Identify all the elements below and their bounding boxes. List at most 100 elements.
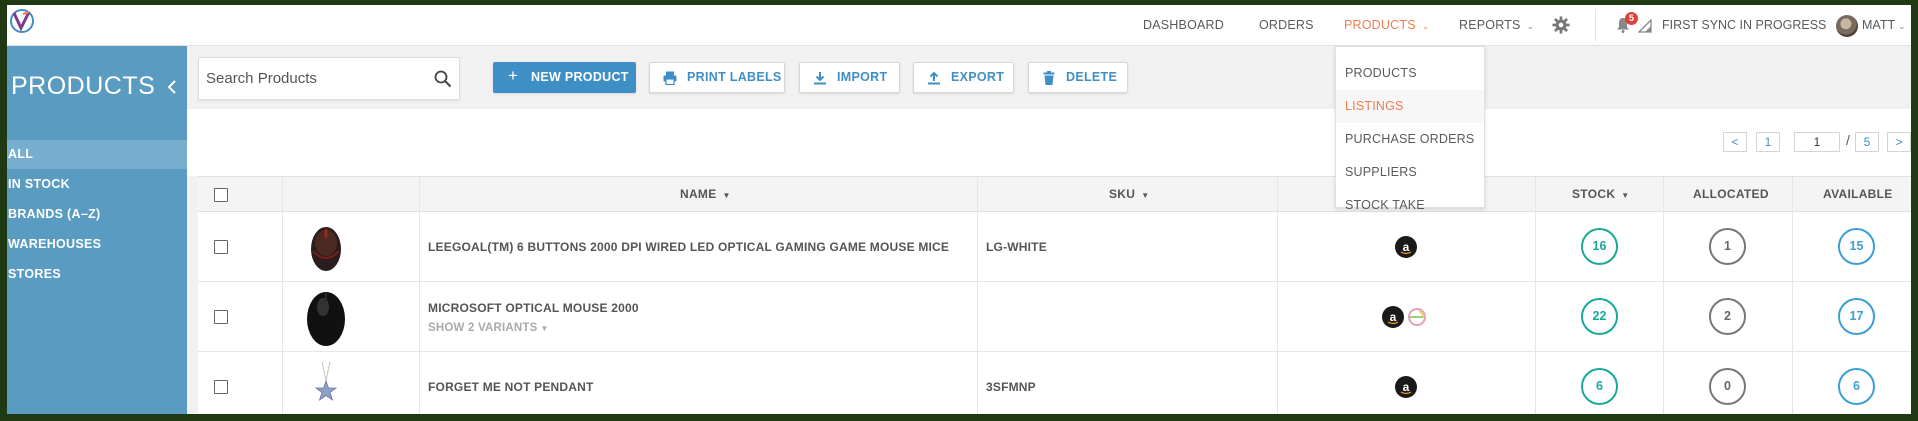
table-header: NAME ▼ SKU ▼ STOCK ▼ ALLOCATED AVAILABLE bbox=[198, 177, 1911, 212]
sidebar-item-brands[interactable]: BRANDS (A–Z) bbox=[7, 200, 187, 229]
available-badge: 6 bbox=[1838, 368, 1875, 405]
row-checkbox[interactable] bbox=[214, 240, 228, 254]
menu-item-listings[interactable]: LISTINGS bbox=[1336, 90, 1484, 123]
top-navigation: DASHBOARD ORDERS PRODUCTS ⌄ REPORTS ⌄ 5 … bbox=[7, 5, 1911, 46]
delete-label: DELETE bbox=[1066, 70, 1118, 84]
menu-item-stock-take[interactable]: STOCK TAKE bbox=[1336, 189, 1484, 222]
svg-text:a: a bbox=[1403, 380, 1410, 394]
nav-reports[interactable]: REPORTS ⌄ bbox=[1459, 5, 1534, 46]
pager-last-button[interactable]: 5 bbox=[1855, 132, 1879, 152]
caret-down-icon: ▼ bbox=[540, 324, 549, 333]
pager-next-button[interactable]: > bbox=[1887, 132, 1911, 152]
pager-separator: / bbox=[1846, 132, 1850, 148]
print-labels-button[interactable]: PRINT LABELS bbox=[649, 62, 785, 93]
row-checkbox[interactable] bbox=[214, 380, 228, 394]
signal-icon bbox=[1638, 19, 1652, 33]
column-header-allocated: ALLOCATED bbox=[1693, 187, 1769, 201]
available-badge: 15 bbox=[1838, 228, 1875, 265]
sidebar-item-warehouses[interactable]: WAREHOUSES bbox=[7, 230, 187, 259]
nav-products-label: PRODUCTS bbox=[1344, 18, 1416, 32]
show-variants-label: SHOW 2 VARIANTS bbox=[428, 322, 538, 334]
nav-products[interactable]: PRODUCTS ⌄ bbox=[1344, 5, 1430, 46]
chevron-down-icon: ⌄ bbox=[1898, 21, 1906, 31]
print-labels-label: PRINT LABELS bbox=[687, 70, 782, 84]
products-dropdown-menu: PRODUCTS LISTINGS PURCHASE ORDERS SUPPLI… bbox=[1335, 46, 1485, 212]
sync-status-bar: 5 FIRST SYNC IN PROGRESS MATT ⌄ bbox=[1595, 9, 1911, 42]
sort-down-icon: ▼ bbox=[1141, 191, 1150, 200]
column-header-available: AVAILABLE bbox=[1823, 187, 1893, 201]
sidebar-item-stores[interactable]: STORES bbox=[7, 260, 187, 289]
products-table: NAME ▼ SKU ▼ STOCK ▼ ALLOCATED AVAILABLE LE… bbox=[198, 176, 1911, 414]
product-sku: LG-WHITE bbox=[986, 240, 1047, 254]
table-row[interactable]: FORGET ME NOT PENDANT 3SFMNP a 6 0 6 bbox=[198, 353, 1911, 414]
pendant-image bbox=[314, 361, 338, 402]
pager-first-button[interactable]: 1 bbox=[1756, 132, 1780, 152]
chevron-down-icon: ⌄ bbox=[1526, 21, 1535, 31]
search-icon[interactable] bbox=[434, 70, 452, 88]
new-product-button[interactable]: + NEW PRODUCT bbox=[493, 62, 636, 93]
sidebar-item-all[interactable]: ALL bbox=[7, 140, 187, 169]
stock-badge: 16 bbox=[1581, 228, 1618, 265]
nav-orders[interactable]: ORDERS bbox=[1259, 5, 1314, 46]
available-badge: 17 bbox=[1838, 298, 1875, 335]
select-all-checkbox[interactable] bbox=[214, 188, 228, 202]
svg-text:a: a bbox=[1403, 240, 1410, 254]
amazon-icon: a bbox=[1395, 376, 1417, 398]
nav-dashboard[interactable]: DASHBOARD bbox=[1143, 5, 1224, 46]
svg-text:a: a bbox=[1390, 310, 1397, 324]
chevron-left-icon[interactable] bbox=[166, 78, 178, 96]
avatar[interactable] bbox=[1836, 15, 1858, 37]
stock-badge: 6 bbox=[1581, 368, 1618, 405]
search-input[interactable] bbox=[199, 58, 429, 99]
plus-icon: + bbox=[508, 66, 519, 85]
show-variants-link[interactable]: SHOW 2 VARIANTS ▼ bbox=[428, 322, 549, 334]
import-button[interactable]: IMPORT bbox=[799, 62, 900, 93]
notification-badge: 5 bbox=[1625, 12, 1638, 25]
app-window: DASHBOARD ORDERS PRODUCTS ⌄ REPORTS ⌄ 5 … bbox=[7, 5, 1911, 414]
sidebar-item-in-stock[interactable]: IN STOCK bbox=[7, 170, 187, 199]
nav-reports-label: REPORTS bbox=[1459, 18, 1521, 32]
chevron-down-icon: ⌄ bbox=[1421, 21, 1430, 31]
name-header-label: NAME bbox=[680, 187, 717, 201]
microsoft-mouse-image bbox=[307, 292, 345, 346]
column-header-stock[interactable]: STOCK ▼ bbox=[1572, 177, 1630, 212]
column-header-sku[interactable]: SKU ▼ bbox=[1109, 177, 1149, 212]
table-row[interactable]: MICROSOFT OPTICAL MOUSE 2000 SHOW 2 VARI… bbox=[198, 283, 1911, 352]
ebay-icon bbox=[1408, 308, 1426, 326]
product-name[interactable]: FORGET ME NOT PENDANT bbox=[428, 380, 594, 394]
upload-icon bbox=[928, 71, 940, 85]
column-header-name[interactable]: NAME ▼ bbox=[680, 177, 731, 212]
amazon-icon: a bbox=[1395, 236, 1417, 258]
menu-item-purchase-orders[interactable]: PURCHASE ORDERS bbox=[1336, 123, 1484, 156]
product-name[interactable]: LEEGOAL(TM) 6 BUTTONS 2000 DPI WIRED LED… bbox=[428, 240, 949, 254]
export-button[interactable]: EXPORT bbox=[913, 62, 1014, 93]
export-label: EXPORT bbox=[951, 70, 1005, 84]
gear-icon[interactable] bbox=[1552, 16, 1570, 34]
new-product-label: NEW PRODUCT bbox=[531, 70, 629, 84]
menu-item-products[interactable]: PRODUCTS bbox=[1336, 57, 1484, 90]
pager-prev-button[interactable]: < bbox=[1723, 132, 1747, 152]
row-checkbox[interactable] bbox=[214, 310, 228, 324]
printer-icon bbox=[663, 71, 677, 85]
menu-item-suppliers[interactable]: SUPPLIERS bbox=[1336, 156, 1484, 189]
nav-orders-label: ORDERS bbox=[1259, 18, 1314, 32]
stock-header-label: STOCK bbox=[1572, 187, 1616, 201]
gaming-mouse-image bbox=[311, 227, 341, 271]
trash-icon bbox=[1043, 71, 1055, 85]
product-sku: 3SFMNP bbox=[986, 380, 1036, 394]
search-box bbox=[198, 57, 460, 100]
table-row[interactable]: LEEGOAL(TM) 6 BUTTONS 2000 DPI WIRED LED… bbox=[198, 213, 1911, 282]
amazon-icon: a bbox=[1382, 306, 1404, 328]
user-menu[interactable]: MATT ⌄ bbox=[1862, 9, 1906, 43]
delete-button[interactable]: DELETE bbox=[1028, 62, 1128, 93]
sort-down-icon: ▼ bbox=[1621, 191, 1630, 200]
sync-status-text: FIRST SYNC IN PROGRESS bbox=[1662, 18, 1827, 32]
sku-header-label: SKU bbox=[1109, 187, 1136, 201]
import-label: IMPORT bbox=[837, 70, 888, 84]
user-name-label: MATT bbox=[1862, 18, 1896, 32]
app-logo[interactable] bbox=[9, 8, 35, 34]
product-name[interactable]: MICROSOFT OPTICAL MOUSE 2000 bbox=[428, 301, 639, 315]
allocated-badge: 1 bbox=[1709, 228, 1746, 265]
page-number-input[interactable] bbox=[1794, 132, 1840, 152]
allocated-badge: 0 bbox=[1709, 368, 1746, 405]
